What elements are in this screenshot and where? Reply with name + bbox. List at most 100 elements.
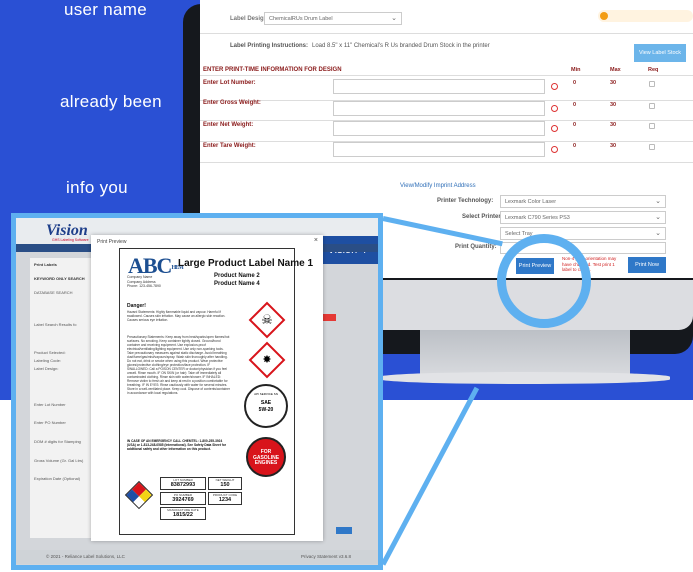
field-gross-volume: Gross Volume (Gr. Gal Ltrs) — [34, 458, 84, 463]
printer-tech-select[interactable]: Lexmark Color Laser — [500, 195, 666, 208]
field-po: Enter PO Number — [34, 420, 66, 425]
divider — [200, 162, 693, 163]
product-title: Large Product Label Name 1 — [178, 258, 314, 269]
print-now-mini-button[interactable] — [336, 527, 352, 534]
required-indicator-icon — [551, 146, 558, 153]
min-value: 0 — [573, 143, 577, 149]
company-phone: Phone: 123-456-7890 — [127, 284, 161, 288]
printer-tech-label: Printer Technology: — [437, 198, 494, 204]
logo-tagline: GHS Labeling Software — [52, 238, 89, 242]
field-expiration: Expiration Date (Optional) — [34, 476, 81, 481]
red-button[interactable] — [322, 314, 336, 321]
divider — [200, 33, 693, 34]
footer-copyright: © 2021 - Reliance Label Solutions, LLC — [46, 554, 125, 559]
print-preview-modal: Print Preview × ABCHEM Company Name Comp… — [91, 235, 323, 541]
instructions-text: Load 8.5" x 11" Chemical's R Us branded … — [312, 43, 490, 49]
field-dom: DOM # digits for Stamping — [34, 439, 81, 444]
req-header: Req — [648, 67, 659, 73]
product-name-4: Product Name 4 — [214, 281, 260, 287]
hazard-statements: Hazard Statements: Highly flammable liqu… — [127, 310, 226, 322]
net-weight-input[interactable] — [333, 121, 545, 136]
highlight-circle — [497, 234, 591, 328]
product-code-value: 1234 — [218, 497, 232, 503]
alert-pill — [598, 10, 693, 22]
gasoline-engines-badge: FOR GASOLINE ENGINES — [246, 437, 286, 477]
promo-text-line-1: user name — [64, 0, 148, 19]
field-label-tare: Enter Tare Weight: — [203, 143, 256, 149]
max-value: 30 — [610, 80, 617, 86]
monitor-stand — [420, 330, 630, 374]
database-search-item[interactable]: DATABASE SEARCH — [34, 290, 73, 295]
min-header: Min — [571, 67, 581, 73]
min-value: 0 — [573, 102, 577, 108]
lot-number-box: LOT NUMBER 83872993 — [160, 477, 206, 490]
manufacture-date-value: 1815/22 — [173, 512, 193, 518]
sae-text: SAE — [260, 400, 272, 406]
field-label-lot: Enter Lot Number: — [203, 80, 256, 86]
company-info: Company Name Company Address Phone: 123-… — [127, 275, 161, 289]
footer: © 2021 - Reliance Label Solutions, LLC P… — [16, 550, 378, 564]
lot-number-input[interactable] — [333, 79, 545, 94]
connector-line-bottom — [380, 386, 480, 566]
keyword-search-item[interactable]: KEYWORD ONLY SEARCH — [34, 276, 85, 281]
api-ring-text: API SERVICE SN — [254, 392, 278, 396]
max-value: 30 — [610, 122, 617, 128]
divider — [200, 75, 693, 76]
view-label-stock-button[interactable]: View Label Stock — [634, 44, 686, 62]
sidebar-title: Print Labels — [34, 262, 57, 267]
field-label-net: Enter Net Weight: — [203, 122, 254, 128]
nfpa-diamond — [124, 480, 154, 510]
required-checkbox[interactable] — [649, 103, 655, 109]
min-value: 0 — [573, 80, 577, 86]
api-service-symbol: API SERVICE SN SAE 5W-20 — [244, 384, 288, 428]
precautionary-statements: Precautionary Statements: Keep away from… — [127, 335, 230, 395]
required-indicator-icon — [551, 105, 558, 112]
product-name-2: Product Name 2 — [214, 273, 260, 279]
required-checkbox[interactable] — [649, 123, 655, 129]
product-label: ABCHEM Company Name Company Address Phon… — [119, 248, 313, 535]
quantity-label: Print Quantity: — [455, 244, 497, 250]
max-value: 30 — [610, 143, 617, 149]
health-hazard-icon: ✸ — [262, 354, 272, 366]
skull-icon: ☠ — [261, 312, 273, 327]
label-design-label-small: Label Design: — [34, 366, 59, 371]
required-indicator-icon — [551, 83, 558, 90]
promo-text-line-2: already been — [60, 92, 162, 111]
zoomed-inset: Vision GHS Labeling Software Vision 4 Pr… — [11, 213, 383, 570]
required-checkbox[interactable] — [649, 81, 655, 87]
imprint-address-link[interactable]: View/Modify Imprint Address — [400, 183, 476, 189]
product-code-box: PRODUCT CODE 1234 — [208, 492, 242, 505]
net-weight-box: NET WEIGHT 150 — [208, 477, 242, 490]
max-header: Max — [610, 67, 621, 73]
required-checkbox[interactable] — [649, 144, 655, 150]
search-results-label: Label Search Results fo — [34, 322, 77, 327]
select-printer-select[interactable]: Lexmark C790 Series PS3 — [500, 211, 666, 224]
emergency-info: IN CASE OF AN EMERGENCY CALL CHEMTEL: 1-… — [127, 439, 227, 451]
skull-pictogram: ☠ — [248, 301, 286, 339]
sae-grade: 5W-20 — [258, 407, 274, 413]
footer-links: Privacy Statement v3.6.8 — [301, 554, 352, 559]
promo-text-line-3: info you — [66, 178, 128, 197]
po-number-value: 3924769 — [172, 497, 194, 503]
net-weight-value: 150 — [220, 482, 230, 488]
gross-weight-input[interactable] — [333, 101, 545, 116]
po-number-box: PO NUMBER 3924769 — [160, 492, 206, 505]
product-selected-label: Product Selected: — [34, 350, 66, 355]
monitor-stand-base — [380, 372, 670, 384]
min-value: 0 — [573, 122, 577, 128]
health-hazard-pictogram: ✸ — [248, 341, 286, 379]
required-indicator-icon — [551, 125, 558, 132]
instructions-label: Label Printing Instructions: — [230, 43, 309, 49]
tare-weight-input[interactable] — [333, 142, 545, 157]
modal-title: Print Preview — [97, 239, 127, 245]
labeling-code-label: Labeling Code: — [34, 358, 61, 363]
lot-number-value: 83872993 — [170, 482, 196, 488]
close-icon[interactable]: × — [314, 237, 318, 244]
alert-icon — [600, 12, 608, 20]
print-now-button[interactable]: Print Now — [628, 257, 666, 273]
signal-word: Danger! — [127, 303, 146, 309]
max-value: 30 — [610, 102, 617, 108]
section-title: ENTER PRINT-TIME INFORMATION FOR DESIGN — [203, 67, 342, 73]
field-label-gross: Enter Gross Weight: — [203, 100, 261, 106]
label-design-select[interactable]: ChemicalRUs Drum Label — [264, 12, 402, 25]
